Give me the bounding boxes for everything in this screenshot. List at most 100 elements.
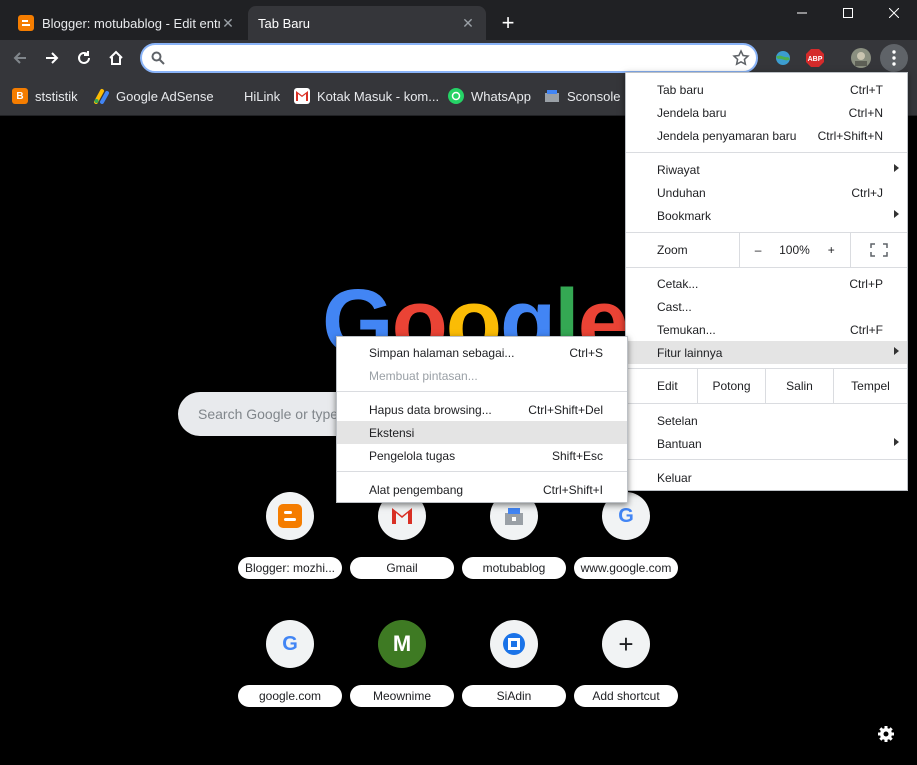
menu-item-label: Bookmark [657, 208, 712, 223]
menu-item-shortcut: Ctrl+J [851, 185, 883, 200]
more-menu-button[interactable] [880, 44, 908, 72]
new-tab-button[interactable]: + [497, 12, 519, 34]
bookmark-label: Kotak Masuk - kom... [317, 88, 440, 104]
address-bar[interactable] [140, 43, 758, 73]
close-tab-icon[interactable]: ✕ [460, 15, 476, 31]
bookmark-star-icon[interactable] [732, 49, 750, 70]
toolbar: ABP [0, 40, 917, 76]
menu-item-label: Alat pengembang [369, 482, 464, 497]
gear-icon[interactable] [877, 725, 895, 746]
address-input[interactable] [174, 49, 734, 69]
blogger-icon [18, 15, 34, 31]
cut-button[interactable]: Potong [697, 369, 765, 403]
shortcut-label[interactable]: google.com [238, 685, 342, 707]
zoom-out-button[interactable]: – [738, 233, 777, 267]
forward-button[interactable] [38, 44, 66, 72]
menu-divider [626, 459, 907, 460]
menu-item-shortcut: Shift+Esc [551, 448, 603, 463]
tab-title: Tab Baru [258, 15, 311, 31]
menu-item-label: Hapus data browsing... [369, 402, 492, 417]
google-g-glyph: G [618, 504, 634, 527]
edit-label: Edit [657, 379, 678, 393]
bookmark-label: WhatsApp [471, 88, 531, 104]
menu-item-shortcut: Ctrl+S [569, 345, 603, 360]
bookmark-whatsapp[interactable]: WhatsApp [448, 86, 531, 106]
bookmark-label: ststistik [35, 88, 78, 104]
tab-title: Blogger: motubablog - Edit entri [42, 15, 220, 31]
bookmark-sconsole[interactable]: Sconsole [544, 86, 620, 106]
menu-item-incognito[interactable]: Jendela penyamaran baru Ctrl+Shift+N [626, 124, 907, 147]
google-g-glyph: G [282, 632, 298, 655]
bookmark-kotak-masuk[interactable]: Kotak Masuk - kom... [294, 86, 439, 106]
menu-item-label: Keluar [657, 470, 692, 485]
back-button[interactable] [6, 44, 34, 72]
menu-item-print[interactable]: Cetak... Ctrl+P [626, 272, 907, 295]
sconsole-icon [544, 88, 560, 104]
shortcut-blogger-icon[interactable] [266, 492, 314, 540]
adblock-icon[interactable]: ABP [801, 44, 829, 72]
tab-blogger[interactable]: Blogger: motubablog - Edit entri ✕ [8, 6, 246, 40]
shortcut-label[interactable]: SiAdin [462, 685, 566, 707]
menu-item-downloads[interactable]: Unduhan Ctrl+J [626, 181, 907, 204]
profile-avatar[interactable] [847, 44, 875, 72]
menu-item-exit[interactable]: Keluar [626, 466, 907, 489]
menu-divider [337, 471, 627, 472]
menu-item-label: Setelan [657, 413, 698, 428]
minimize-button[interactable] [779, 0, 825, 26]
bookmark-ststistik[interactable]: B ststistik [12, 86, 78, 106]
gmail-icon [294, 88, 310, 104]
chrome-main-menu: Tab baru Ctrl+T Jendela baru Ctrl+N Jendel… [625, 72, 908, 491]
submenu-arrow-icon [894, 164, 899, 172]
submenu-arrow-icon [894, 438, 899, 446]
zoom-in-button[interactable]: + [812, 233, 850, 267]
menu-item-new-tab[interactable]: Tab baru Ctrl+T [626, 78, 907, 101]
menu-item-shortcut: Ctrl+Shift+I [542, 482, 603, 497]
menu-divider [626, 152, 907, 153]
submenu-item-save-page[interactable]: Simpan halaman sebagai... Ctrl+S [337, 341, 627, 364]
edit-row: Edit Potong Salin Tempel [626, 369, 907, 403]
shortcut-label[interactable]: Gmail [350, 557, 454, 579]
fullscreen-icon[interactable] [850, 233, 907, 267]
submenu-item-task-manager[interactable]: Pengelola tugas Shift+Esc [337, 444, 627, 467]
extension-globe-icon[interactable] [769, 44, 797, 72]
shortcut-letter-avatar[interactable]: M [378, 620, 426, 668]
zoom-label: Zoom [657, 243, 688, 257]
copy-button[interactable]: Salin [765, 369, 833, 403]
menu-item-settings[interactable]: Setelan [626, 409, 907, 432]
menu-item-new-window[interactable]: Jendela baru Ctrl+N [626, 101, 907, 124]
menu-item-cast[interactable]: Cast... [626, 295, 907, 318]
home-button[interactable] [102, 44, 130, 72]
maximize-button[interactable] [825, 0, 871, 26]
menu-item-label: Jendela penyamaran baru [657, 128, 797, 143]
zoom-value: 100% [779, 243, 810, 257]
menu-item-bookmarks[interactable]: Bookmark [626, 204, 907, 227]
shortcut-google-g-icon[interactable]: G [266, 620, 314, 668]
search-icon [151, 51, 165, 68]
paste-button[interactable]: Tempel [833, 369, 907, 403]
shortcut-siadin-icon[interactable] [490, 620, 538, 668]
add-shortcut-label[interactable]: Add shortcut [574, 685, 678, 707]
menu-item-more-tools[interactable]: Fitur lainnya [626, 341, 907, 364]
tab-new-tab[interactable]: Tab Baru ✕ [248, 6, 486, 40]
bookmark-hilink[interactable]: HiLink [244, 86, 280, 106]
close-tab-icon[interactable]: ✕ [220, 15, 236, 31]
shortcut-label[interactable]: Meownime [350, 685, 454, 707]
menu-item-find[interactable]: Temukan... Ctrl+F [626, 318, 907, 341]
reload-button[interactable] [70, 44, 98, 72]
shortcut-label[interactable]: Blogger: mozhi... [238, 557, 342, 579]
menu-item-shortcut: Ctrl+Shift+Del [528, 402, 603, 417]
submenu-item-extensions[interactable]: Ekstensi [337, 421, 627, 444]
add-shortcut-plus-icon[interactable]: + [602, 620, 650, 668]
menu-item-label: Tab baru [657, 82, 704, 97]
shortcut-label[interactable]: motubablog [462, 557, 566, 579]
more-tools-submenu: Simpan halaman sebagai... Ctrl+S Membuat … [336, 336, 628, 503]
menu-item-label: Cast... [657, 299, 692, 314]
shortcut-label[interactable]: www.google.com [574, 557, 678, 579]
menu-item-help[interactable]: Bantuan [626, 432, 907, 455]
menu-item-label: Jendela baru [657, 105, 727, 120]
submenu-item-devtools[interactable]: Alat pengembang Ctrl+Shift+I [337, 478, 627, 501]
bookmark-adsense[interactable]: Google AdSense [93, 86, 214, 106]
menu-item-history[interactable]: Riwayat [626, 158, 907, 181]
submenu-item-clear-browsing[interactable]: Hapus data browsing... Ctrl+Shift+Del [337, 398, 627, 421]
close-window-button[interactable] [871, 0, 917, 26]
